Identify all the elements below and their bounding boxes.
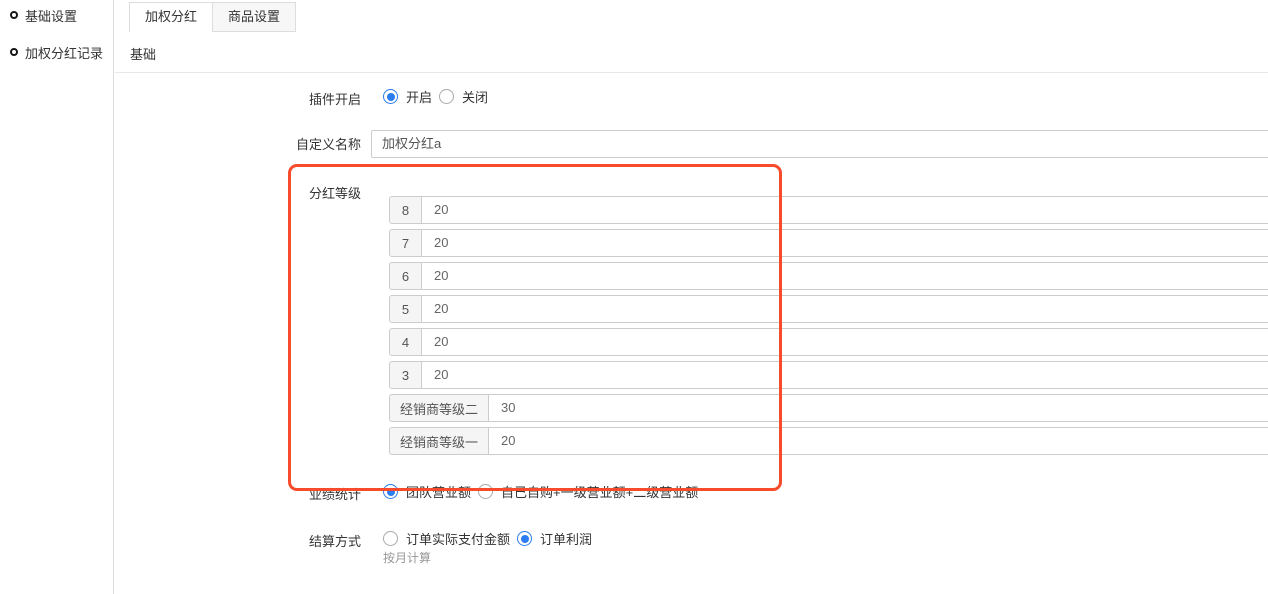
level-row: 4 20 [389,328,1268,356]
radio-checked-icon [383,89,398,104]
level-row: 经销商等级二 30 [389,394,1268,422]
radio-checked-icon [383,484,398,499]
sidebar: 基础设置 加权分红记录 [0,0,114,594]
settlement-note: 按月计算 [383,549,431,566]
level-value-input[interactable]: 20 [422,262,1268,290]
level-value-input[interactable]: 20 [422,361,1268,389]
sidebar-item-basic-settings[interactable]: 基础设置 [10,5,77,25]
level-name-addon: 5 [389,295,422,323]
radio-option-off[interactable]: 关闭 [439,87,488,106]
level-name-addon: 7 [389,229,422,257]
radio-option-label: 关闭 [462,87,488,106]
radio-option-self-purchase[interactable]: 自己自购+一级营业额+二级营业额 [478,482,698,501]
level-row: 3 20 [389,361,1268,389]
tab-bar: 加权分红 商品设置 [129,2,296,32]
sidebar-item-label: 加权分红记录 [25,43,103,62]
radio-unchecked-icon [383,531,398,546]
tab-product-settings[interactable]: 商品设置 [212,2,296,32]
radio-option-label: 团队营业额 [406,482,471,501]
plugin-switch-label: 插件开启 [289,89,361,108]
level-name-addon: 经销商等级一 [389,427,489,455]
level-value-input[interactable]: 20 [422,295,1268,323]
custom-name-input[interactable]: 加权分红a [371,130,1268,158]
radio-option-actual-paid-amount[interactable]: 订单实际支付金额 [383,529,510,548]
dividend-levels-label: 分红等级 [289,183,361,202]
custom-name-label: 自定义名称 [289,134,361,153]
section-divider [115,72,1268,73]
level-row: 7 20 [389,229,1268,257]
settlement-radio-group: 订单实际支付金额 订单利润 [383,529,599,548]
tab-weighted-dividend[interactable]: 加权分红 [129,2,213,32]
level-name-addon: 6 [389,262,422,290]
circle-bullet-icon [10,48,18,56]
sidebar-item-dividend-records[interactable]: 加权分红记录 [10,42,103,62]
level-value-input[interactable]: 20 [422,196,1268,224]
weighted-dividend-settings-page: 基础设置 加权分红记录 加权分红 商品设置 基础 插件开启 开启 关闭 自定义名… [0,0,1268,594]
level-row: 5 20 [389,295,1268,323]
section-title-basic: 基础 [130,44,156,63]
settlement-label: 结算方式 [289,531,361,550]
level-value-input[interactable]: 20 [489,427,1268,455]
performance-stat-label: 业绩统计 [289,484,361,503]
level-row: 8 20 [389,196,1268,224]
performance-stat-radio-group: 团队营业额 自己自购+一级营业额+二级营业额 [383,482,705,501]
radio-option-label: 订单利润 [540,529,592,548]
radio-option-team-revenue[interactable]: 团队营业额 [383,482,471,501]
dividend-levels-list: 8 20 7 20 6 20 5 20 4 20 3 20 经销商等级二 30 … [389,196,1268,460]
radio-option-label: 订单实际支付金额 [406,529,510,548]
radio-checked-icon [517,531,532,546]
level-name-addon: 8 [389,196,422,224]
level-value-input[interactable]: 20 [422,328,1268,356]
radio-option-label: 自己自购+一级营业额+二级营业额 [501,482,698,501]
level-value-input[interactable]: 20 [422,229,1268,257]
radio-option-on[interactable]: 开启 [383,87,432,106]
level-row: 6 20 [389,262,1268,290]
plugin-switch-radio-group: 开启 关闭 [383,87,495,106]
level-name-addon: 4 [389,328,422,356]
radio-unchecked-icon [439,89,454,104]
radio-unchecked-icon [478,484,493,499]
level-name-addon: 经销商等级二 [389,394,489,422]
level-row: 经销商等级一 20 [389,427,1268,455]
radio-option-label: 开启 [406,87,432,106]
level-value-input[interactable]: 30 [489,394,1268,422]
level-name-addon: 3 [389,361,422,389]
circle-bullet-icon [10,11,18,19]
radio-option-order-profit[interactable]: 订单利润 [517,529,592,548]
sidebar-item-label: 基础设置 [25,6,77,25]
